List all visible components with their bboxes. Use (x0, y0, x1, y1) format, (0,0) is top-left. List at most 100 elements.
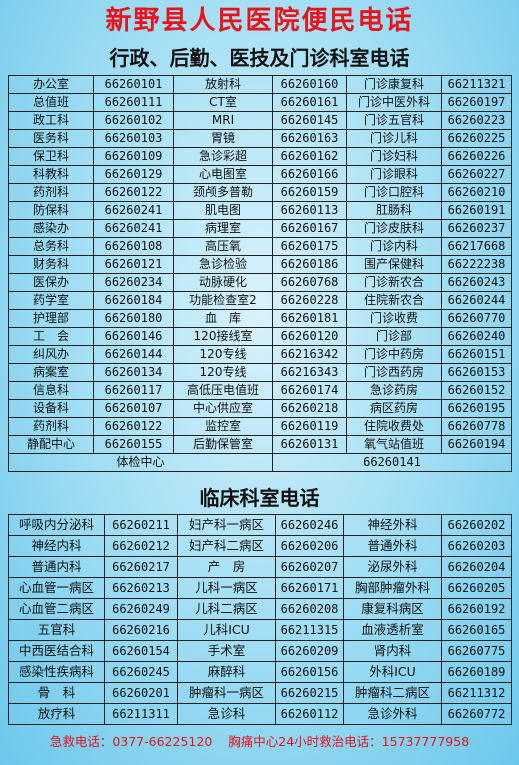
table-row: 静配中心 66260155 后勤保管室 66260131 氧气站值班 66260194 (8, 435, 512, 454)
department-name: 病区药房 (346, 399, 442, 418)
phone-number: 66260101 (93, 75, 174, 94)
phone-number: 66222238 (441, 255, 512, 274)
phone-number: 66260226 (441, 147, 512, 166)
phone-number: 66260207 (275, 556, 344, 578)
table-row: 心血管一病区 66260213 儿科一病区 66260171 胸部肿瘤外科 6626020… (8, 577, 512, 599)
phone-number: 66211321 (441, 75, 512, 94)
phone-number: 66211311 (104, 703, 178, 725)
phone-number: 66260134 (93, 363, 174, 382)
phone-number: 66260243 (441, 273, 512, 292)
department-name: 肛肠科 (346, 201, 442, 220)
phone-number: 66260208 (275, 598, 344, 620)
department-name: 感染性疾病科 (8, 661, 105, 683)
phone-number: 66260166 (272, 165, 347, 184)
phone-number: 66260245 (104, 661, 178, 683)
department-name: 儿科二病区 (177, 598, 276, 620)
department-name: 颈颅多普勒 (173, 183, 273, 202)
department-name: 神经内科 (8, 535, 105, 557)
department-name: 体检中心 (8, 453, 273, 472)
table-row: 办公室 66260101 放射科 66260160 门诊康复科 66211321 (8, 75, 512, 94)
department-name: 药学室 (8, 291, 94, 310)
department-name: 120专线 (173, 363, 273, 382)
department-name: CT室 (173, 93, 273, 112)
table-row: 呼吸内分泌科 66260211 妇产科一病区 66260246 神经外科 66260202 (8, 514, 512, 536)
table-row: 总值班 66260111 CT室 66260161 门诊中医外科 66260197 (8, 93, 512, 112)
phone-number: 66260131 (272, 435, 347, 454)
department-name: 门诊收费 (346, 309, 442, 328)
department-name: 普通外科 (343, 535, 442, 557)
phone-number: 66260203 (441, 535, 512, 557)
department-name: 中心供应室 (173, 399, 273, 418)
department-name: 儿科一病区 (177, 577, 276, 599)
department-name: 门诊中药房 (346, 345, 442, 364)
department-name: 医保办 (8, 273, 94, 292)
department-name: 门诊五官科 (346, 111, 442, 130)
chest-pain-phone: 胸痛中心24小时救治电话：15737777958 (228, 734, 470, 749)
phone-number: 66260227 (441, 165, 512, 184)
table-row: 医务科 66260103 胃镜 66260163 门诊儿科 66260225 (8, 129, 512, 148)
phone-number: 66260186 (272, 255, 347, 274)
phone-number: 66260237 (441, 219, 512, 238)
department-name: 心血管二病区 (8, 598, 105, 620)
phone-number: 66211315 (275, 619, 344, 641)
department-name: 产 房 (177, 556, 276, 578)
department-name: 总值班 (8, 93, 94, 112)
department-name: 门诊妇科 (346, 147, 442, 166)
table-row: 信息科 66260117 高低压电值班 66260174 急诊药房 66260152 (8, 381, 512, 400)
phone-number: 66260113 (272, 201, 347, 220)
phone-number: 66260156 (275, 661, 344, 683)
phone-number: 66260129 (93, 165, 174, 184)
footer: 急救电话：0377-66225120 胸痛中心24小时救治电话：15737777… (0, 730, 519, 754)
department-name: 门诊皮肤科 (346, 219, 442, 238)
department-name: 门诊西药房 (346, 363, 442, 382)
phone-number: 66260240 (441, 327, 512, 346)
department-name: 纠风办 (8, 345, 94, 364)
department-name: 儿科ICU (177, 619, 276, 641)
table-row: 防保科 66260241 肌电图 66260113 肛肠科 66260191 (8, 201, 512, 220)
table-row: 病案室 66260134 120专线 66216343 门诊西药房 66260153 (8, 363, 512, 382)
phone-number: 66260112 (275, 703, 344, 725)
table-row: 普通内科 66260217 产 房 66260207 泌尿外科 66260204 (8, 556, 512, 578)
phone-number: 66260184 (93, 291, 174, 310)
department-name: 科教科 (8, 165, 94, 184)
table-row: 药剂科 66260122 监控室 66260119 住院收费处 66260778 (8, 417, 512, 436)
phone-number: 66260217 (104, 556, 178, 578)
table-row: 科教科 66260129 心电图室 66260166 门诊眼科 66260227 (8, 165, 512, 184)
table-row: 总务科 66260108 高压氧 66260175 门诊内科 66217668 (8, 237, 512, 256)
phone-number: 66260151 (441, 345, 512, 364)
phone-number: 66260241 (93, 219, 174, 238)
phone-number: 66260192 (441, 598, 512, 620)
table-row: 护理部 66260180 血 库 66260181 门诊收费 66260770 (8, 309, 512, 328)
department-name: 监控室 (173, 417, 273, 436)
phone-number: 66260205 (441, 577, 512, 599)
phone-number: 66260120 (272, 327, 347, 346)
table-row: 骨 科 66260201 肿瘤科一病区 66260215 肿瘤科二病区 66211312 (8, 682, 512, 704)
phone-number: 66260163 (272, 129, 347, 148)
department-name: 120专线 (173, 345, 273, 364)
phone-number: 66260778 (441, 417, 512, 436)
department-name: 信息科 (8, 381, 94, 400)
department-name: 120接线室 (173, 327, 273, 346)
department-name: 门诊新农合 (346, 273, 442, 292)
department-name: 防保科 (8, 201, 94, 220)
department-name: 急诊检验 (173, 255, 273, 274)
phone-number: 66260102 (93, 111, 174, 130)
phone-number: 66260768 (272, 273, 347, 292)
phone-number: 66260225 (441, 129, 512, 148)
phone-number: 66260206 (275, 535, 344, 557)
department-name: 急诊彩超 (173, 147, 273, 166)
phone-number: 66260159 (272, 183, 347, 202)
phone-number: 66260180 (93, 309, 174, 328)
department-name: 中西医结合科 (8, 640, 105, 662)
department-name: 神经外科 (343, 514, 442, 536)
phone-number: 66260119 (272, 417, 347, 436)
phone-number: 66260108 (93, 237, 174, 256)
department-name: 药剂科 (8, 417, 94, 436)
table-row: 放疗科 66211311 急诊科 66260112 急诊外科 66260772 (8, 703, 512, 725)
department-name: 静配中心 (8, 435, 94, 454)
phone-number: 66216343 (272, 363, 347, 382)
department-name: 病案室 (8, 363, 94, 382)
department-name: 外科ICU (343, 661, 442, 683)
table-row: 工 会 66260146 120接线室 66260120 门诊部 66260240 (8, 327, 512, 346)
table-row: 感染性疾病科 66260245 麻醉科 66260156 外科ICU 66260189 (8, 661, 512, 683)
